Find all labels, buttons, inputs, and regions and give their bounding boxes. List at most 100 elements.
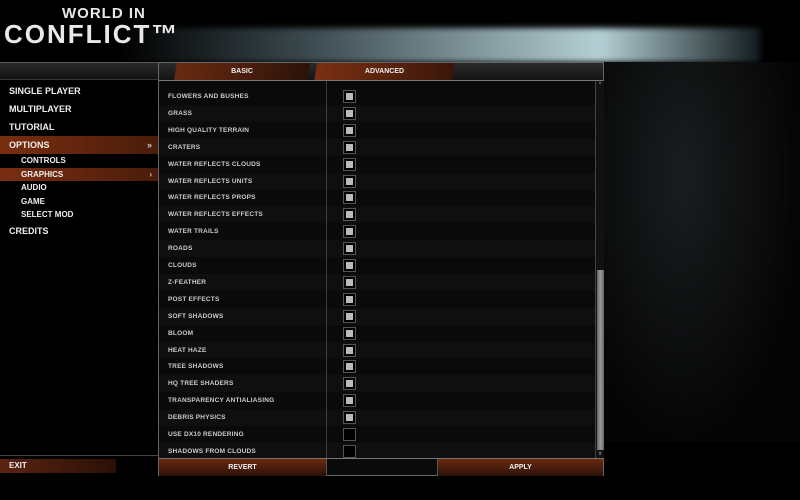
tab-basic[interactable]: BASIC <box>167 63 317 80</box>
setting-label: BLOOM <box>168 329 194 337</box>
setting-label: GRASS <box>168 109 193 117</box>
setting-label: WATER REFLECTS UNITS <box>168 177 253 185</box>
menu-item-label: CONTROLS <box>21 156 66 165</box>
setting-row: FLOWERS AND BUSHES <box>159 88 595 105</box>
setting-row: CRATERS <box>159 139 595 156</box>
menu-item-credits[interactable]: CREDITS <box>0 222 158 240</box>
setting-row: WATER REFLECTS EFFECTS <box>159 206 595 223</box>
setting-checkbox[interactable] <box>343 106 356 120</box>
setting-label: SHADOWS FROM CLOUDS <box>168 447 256 455</box>
setting-checkbox[interactable] <box>343 343 356 357</box>
tab-advanced[interactable]: ADVANCED <box>307 63 462 80</box>
setting-row: WATER REFLECTS CLOUDS <box>159 156 595 173</box>
setting-label: DEBRIS PHYSICS <box>168 414 226 422</box>
scroll-up-arrow-icon[interactable]: ^ <box>596 81 604 89</box>
main-menu: SINGLE PLAYER MULTIPLAYER TUTORIAL OPTIONS »… <box>0 82 158 240</box>
setting-row: WATER REFLECTS UNITS <box>159 173 595 190</box>
menu-item-label: AUDIO <box>21 183 47 193</box>
menu-item-single-player[interactable]: SINGLE PLAYER <box>0 82 158 100</box>
revert-button[interactable]: REVERT <box>159 459 326 476</box>
setting-checkbox[interactable] <box>343 123 356 137</box>
setting-checkbox[interactable] <box>343 377 356 391</box>
logo-line2: CONFLICT™ <box>4 19 180 49</box>
scrollbar-thumb[interactable] <box>597 269 604 450</box>
chevron-icon: › <box>149 169 152 179</box>
menu-item-label: GRAPHICS <box>21 169 64 179</box>
setting-checkbox[interactable] <box>343 242 356 256</box>
setting-checkbox[interactable] <box>343 174 356 188</box>
divider <box>0 455 158 456</box>
scroll-down-arrow-icon[interactable]: v <box>596 450 604 458</box>
menu-top-bar <box>0 62 158 80</box>
menu-item-audio[interactable]: AUDIO <box>0 181 158 195</box>
setting-checkbox[interactable] <box>343 411 356 425</box>
setting-checkbox[interactable] <box>343 360 356 374</box>
menu-item-label: SINGLE PLAYER <box>9 86 81 96</box>
background-art <box>604 62 800 442</box>
menu-item-options[interactable]: OPTIONS » <box>0 136 158 154</box>
button-bar: REVERT APPLY <box>159 458 603 476</box>
setting-label: WATER REFLECTS CLOUDS <box>168 160 261 168</box>
exit-button[interactable]: EXIT <box>0 459 116 473</box>
menu-item-game[interactable]: GAME <box>0 195 158 209</box>
setting-row: WATER REFLECTS PROPS <box>159 189 595 206</box>
setting-label: CRATERS <box>168 143 201 151</box>
setting-row: WATER TRAILS <box>159 223 595 240</box>
setting-label: CLOUDS <box>168 262 197 269</box>
setting-checkbox[interactable] <box>343 225 356 239</box>
setting-label: POST EFFECTS <box>168 295 220 303</box>
setting-label: WATER REFLECTS PROPS <box>168 194 256 202</box>
setting-checkbox[interactable] <box>343 275 356 289</box>
menu-item-multiplayer[interactable]: MULTIPLAYER <box>0 100 158 118</box>
setting-row: USE DX10 RENDERING <box>159 426 595 443</box>
game-logo: WORLD IN CONFLICT™ <box>4 6 179 48</box>
setting-checkbox[interactable] <box>343 191 356 205</box>
setting-label: WATER TRAILS <box>168 228 219 236</box>
setting-row: SOFT SHADOWS <box>159 308 595 325</box>
setting-label: TREE SHADOWS <box>168 363 224 371</box>
menu-item-label: OPTIONS <box>9 140 50 150</box>
setting-row: BLOOM <box>159 325 595 342</box>
setting-checkbox[interactable] <box>343 292 356 306</box>
menu-item-select-mod[interactable]: SELECT MOD <box>0 208 158 222</box>
setting-row: TREE SHADOWS <box>159 358 595 375</box>
setting-row: TRANSPARENCY ANTIALIASING <box>159 392 595 409</box>
setting-label: HIGH QUALITY TERRAIN <box>168 126 250 134</box>
menu-item-label: CREDITS <box>9 225 49 236</box>
setting-label: SOFT SHADOWS <box>168 312 224 320</box>
setting-checkbox[interactable] <box>343 309 356 323</box>
menu-item-controls[interactable]: CONTROLS <box>0 154 158 168</box>
setting-checkbox[interactable] <box>343 394 356 408</box>
setting-row: ROADS <box>159 240 595 257</box>
setting-checkbox[interactable] <box>343 326 356 340</box>
setting-checkbox[interactable] <box>343 90 356 103</box>
setting-checkbox[interactable] <box>343 444 356 458</box>
chevron-icon: » <box>146 140 152 150</box>
setting-label: TRANSPARENCY ANTIALIASING <box>168 397 275 405</box>
setting-label: ROADS <box>168 245 193 253</box>
setting-row: SHADOWS FROM CLOUDS <box>159 443 595 458</box>
setting-label: HQ TREE SHADERS <box>168 380 234 388</box>
scrollbar[interactable]: ^ v <box>595 81 604 458</box>
menu-item-graphics[interactable]: GRAPHICS › <box>0 167 158 182</box>
setting-row: HIGH QUALITY TERRAIN <box>159 122 595 139</box>
setting-row: HQ TREE SHADERS <box>159 375 595 392</box>
setting-checkbox[interactable] <box>343 208 356 222</box>
setting-label: Z-FEATHER <box>168 278 207 286</box>
apply-button[interactable]: APPLY <box>438 459 603 476</box>
setting-label: FLOWERS AND BUSHES <box>168 93 249 100</box>
setting-row: CLOUDS <box>159 257 595 274</box>
header-glow <box>120 28 760 62</box>
setting-checkbox[interactable] <box>343 259 356 272</box>
setting-checkbox[interactable] <box>343 140 356 154</box>
setting-checkbox[interactable] <box>343 428 356 441</box>
menu-item-label: MULTIPLAYER <box>9 104 72 114</box>
button-spacer <box>326 459 438 476</box>
tab-bar: BASIC ADVANCED <box>159 63 603 81</box>
setting-row: GRASS <box>159 105 595 122</box>
menu-item-tutorial[interactable]: TUTORIAL <box>0 118 158 136</box>
setting-checkbox[interactable] <box>343 157 356 171</box>
menu-item-label: SELECT MOD <box>21 210 74 220</box>
setting-row: DEBRIS PHYSICS <box>159 409 595 426</box>
setting-label: USE DX10 RENDERING <box>168 431 244 438</box>
